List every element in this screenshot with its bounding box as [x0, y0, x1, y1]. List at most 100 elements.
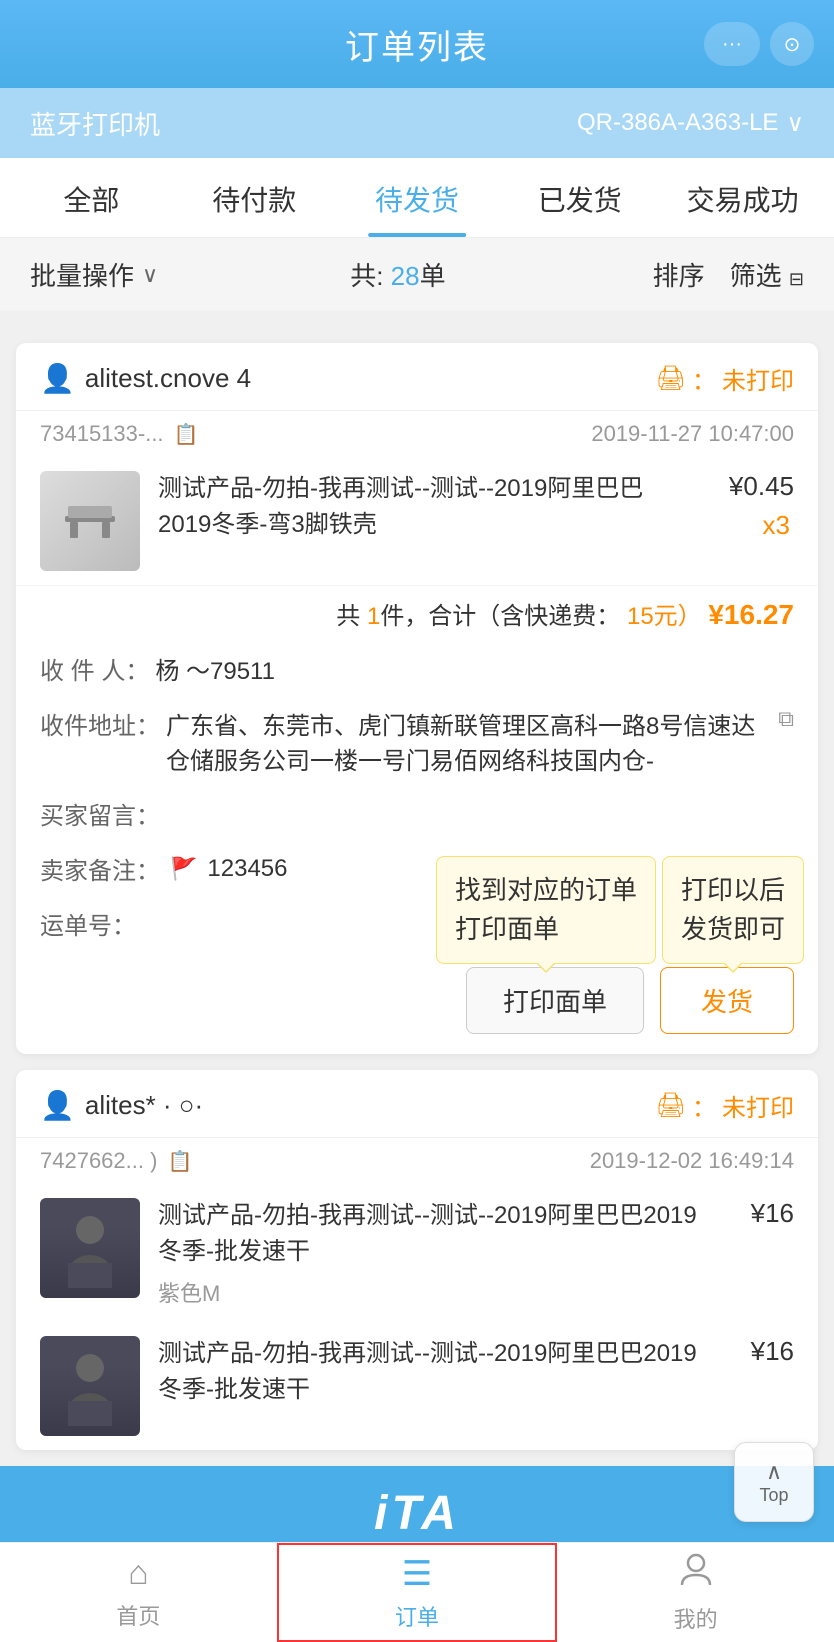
order-user-1: 👤 alitest.cnove 4: [40, 362, 251, 395]
tab-shipped[interactable]: 已发货: [498, 179, 661, 237]
my-icon: [678, 1551, 714, 1596]
orders-label: 订单: [395, 1600, 439, 1632]
ship-tooltip-container: 打印以后发货即可 发货: [660, 967, 794, 1034]
order-item-row-2a: 测试产品-勿拍-我再测试--测试--2019阿里巴巴2019冬季-批发速干 紫色…: [16, 1184, 818, 1322]
tab-pending-shipping[interactable]: 待发货: [336, 179, 499, 237]
bluetooth-label: 蓝牙打印机: [30, 105, 160, 142]
username-2: alites* · ○·: [85, 1090, 203, 1121]
chevron-down-icon: ∨: [142, 262, 158, 288]
person-photo-1: [40, 1198, 140, 1298]
top-button[interactable]: ∧ Top: [734, 1442, 814, 1522]
product-image-2b: [40, 1336, 140, 1436]
order-date-1: 2019-11-27 10:47:00: [591, 421, 794, 447]
order-date-2: 2019-12-02 16:49:14: [590, 1148, 794, 1174]
scan-icon: ⊙: [784, 32, 801, 57]
more-button[interactable]: ···: [704, 22, 760, 66]
header: 订单列表 ··· ⊙: [0, 0, 834, 88]
product-image-2a: [40, 1198, 140, 1298]
product-price-value-2a: ¥16: [734, 1198, 794, 1229]
scan-button[interactable]: ⊙: [770, 22, 814, 66]
printer-icon: 🖨: [656, 364, 686, 393]
home-label: 首页: [116, 1599, 160, 1631]
print-status-text-2: 未打印: [722, 1088, 794, 1123]
product-info-2a: 测试产品-勿拍-我再测试--测试--2019阿里巴巴2019冬季-批发速干 紫色…: [158, 1198, 716, 1308]
filter-button[interactable]: 筛选 ⊟: [730, 256, 804, 293]
order-actions-1: 找到对应的订单打印面单 打印面单 打印以后发货即可 发货: [16, 951, 818, 1054]
person-photo-2: [40, 1336, 140, 1436]
ita-logo: iTA: [374, 1486, 460, 1541]
tooltip-ship: 打印以后发货即可: [662, 856, 804, 964]
seller-remark-label-1: 卖家备注：: [40, 851, 160, 886]
product-name-1: 测试产品-勿拍-我再测试--测试--2019阿里巴巴2019冬季-弯3脚铁壳: [158, 475, 643, 538]
product-qty-1: x3: [714, 510, 794, 541]
print-status-2: 🖨 ： 未打印: [656, 1088, 794, 1123]
address-value-1: 广东省、东莞市、虎门镇新联管理区高科一路8号信速达仓储服务公司一楼一号门易佰网络…: [166, 706, 764, 776]
tab-pending-payment[interactable]: 待付款: [173, 179, 336, 237]
tab-all[interactable]: 全部: [10, 179, 173, 237]
home-icon: ⌂: [128, 1554, 149, 1593]
order-card-1: 👤 alitest.cnove 4 🖨 ： 未打印 73415133-... 📋…: [16, 343, 818, 1054]
order-user-2: 👤 alites* · ○·: [40, 1089, 203, 1122]
flag-icon-1: 🚩: [170, 856, 197, 882]
more-icon: ···: [722, 33, 742, 56]
copy-icon-1[interactable]: ⧉: [778, 706, 794, 732]
print-status-text-1: 未打印: [722, 361, 794, 396]
buyer-remark-label-1: 买家留言：: [40, 796, 160, 831]
product-image-1: [40, 471, 140, 571]
filter-icon: ⊟: [789, 269, 804, 289]
sort-button[interactable]: 排序: [653, 256, 705, 293]
orders-icon: ☰: [402, 1554, 432, 1594]
product-variant-2a: 紫色M: [158, 1276, 716, 1308]
user-icon: 👤: [40, 362, 75, 395]
order-num-row-1: 73415133-... 📋 2019-11-27 10:47:00: [16, 411, 818, 457]
receiver-value-1: 杨 ～79511: [155, 651, 794, 686]
batch-ops-button[interactable]: 批量操作 ∨: [30, 256, 158, 293]
page-title: 订单列表: [345, 20, 489, 69]
doc-icon: 📋: [174, 422, 199, 447]
order-item-row-2b: 测试产品-勿拍-我再测试--测试--2019阿里巴巴2019冬季-批发速干 ¥1…: [16, 1322, 818, 1450]
order-item-row-1: 测试产品-勿拍-我再测试--测试--2019阿里巴巴2019冬季-弯3脚铁壳 ¥…: [16, 457, 818, 585]
address-label-1: 收件地址：: [40, 706, 160, 741]
top-label: Top: [759, 1485, 788, 1506]
receiver-row-1: 收 件 人： 杨 ～79511: [16, 641, 818, 696]
nav-my[interactable]: 我的: [557, 1543, 834, 1642]
username-1: alitest.cnove 4: [85, 363, 251, 394]
top-arrow-icon: ∧: [766, 1459, 782, 1485]
bluetooth-bar[interactable]: 蓝牙打印机 QR-386A-A363-LE ∨: [0, 88, 834, 158]
batch-ops-label: 批量操作: [30, 256, 134, 293]
order-total-1: ¥16.27: [708, 599, 794, 630]
address-row-1: 收件地址： 广东省、东莞市、虎门镇新联管理区高科一路8号信速达仓储服务公司一楼一…: [16, 696, 818, 786]
tracking-label-1: 运单号：: [40, 906, 136, 941]
shipping-cost-1: 15元）: [627, 603, 702, 630]
receiver-label-1: 收 件 人：: [40, 651, 149, 686]
order-number-2: 7427662... ) 📋: [40, 1148, 192, 1174]
nav-orders[interactable]: ☰ 订单: [277, 1543, 558, 1642]
bottom-nav: ⌂ 首页 ☰ 订单 我的: [0, 1542, 834, 1642]
product-name-2b: 测试产品-勿拍-我再测试--测试--2019阿里巴巴2019冬季-批发速干: [158, 1336, 716, 1408]
total-text-1: 共 1件，合计（含快递费：: [336, 603, 620, 630]
header-icons: ··· ⊙: [704, 22, 814, 66]
printer-icon-2: 🖨: [656, 1091, 686, 1120]
divider: [0, 311, 834, 327]
nav-home[interactable]: ⌂ 首页: [0, 1543, 277, 1642]
buyer-remark-row-1: 买家留言：: [16, 786, 818, 841]
doc-icon-2: 📋: [167, 1149, 192, 1174]
order-total-row-1: 共 1件，合计（含快递费： 15元） ¥16.27: [16, 585, 818, 641]
product-price-2b: ¥16: [734, 1336, 794, 1367]
product-info-1: 测试产品-勿拍-我再测试--测试--2019阿里巴巴2019冬季-弯3脚铁壳: [158, 471, 696, 543]
bluetooth-device[interactable]: QR-386A-A363-LE ∨: [577, 109, 804, 138]
toolbar: 批量操作 ∨ 共: 28单 排序 筛选 ⊟: [0, 238, 834, 311]
product-price-value-2b: ¥16: [734, 1336, 794, 1367]
order-card-2: 👤 alites* · ○· 🖨 ： 未打印 7427662... ) 📋 20…: [16, 1070, 818, 1450]
product-price-qty-1: ¥0.45 x3: [714, 471, 794, 541]
device-name: QR-386A-A363-LE: [577, 109, 778, 137]
tooltip-print: 找到对应的订单打印面单: [436, 856, 656, 964]
tab-completed[interactable]: 交易成功: [661, 179, 824, 237]
print-tooltip-container: 找到对应的订单打印面单 打印面单: [466, 967, 644, 1034]
order-num-row-2: 7427662... ) 📋 2019-12-02 16:49:14: [16, 1138, 818, 1184]
product-name-2a: 测试产品-勿拍-我再测试--测试--2019阿里巴巴2019冬季-批发速干: [158, 1198, 716, 1270]
order-header-2: 👤 alites* · ○· 🖨 ： 未打印: [16, 1070, 818, 1138]
tabs-bar: 全部 待付款 待发货 已发货 交易成功: [0, 158, 834, 238]
product-price-1: ¥0.45: [714, 471, 794, 502]
print-button-1[interactable]: 打印面单: [466, 967, 644, 1034]
